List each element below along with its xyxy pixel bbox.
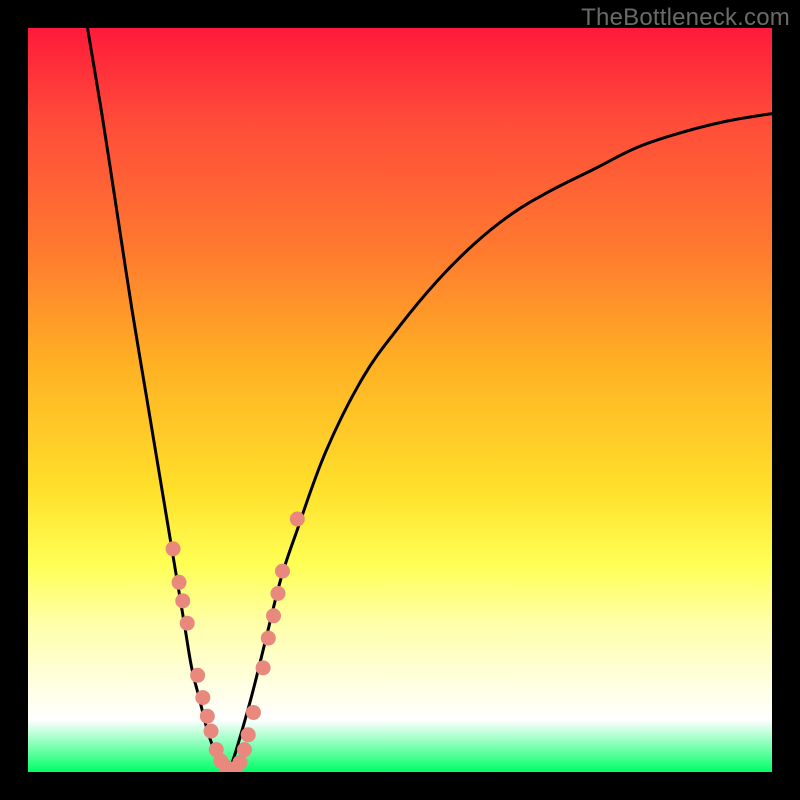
- highlight-dot: [175, 593, 190, 608]
- highlight-dot: [266, 608, 281, 623]
- chart-svg: [28, 28, 772, 772]
- highlight-dot: [256, 660, 271, 675]
- highlight-dot: [246, 705, 261, 720]
- right-curve: [229, 114, 772, 772]
- highlight-dot: [270, 586, 285, 601]
- left-curve: [88, 28, 229, 772]
- highlight-dot: [195, 690, 210, 705]
- highlight-dot: [261, 631, 276, 646]
- highlight-dot: [190, 668, 205, 683]
- highlight-dot: [166, 541, 181, 556]
- highlight-dot: [200, 709, 215, 724]
- highlight-dot: [237, 742, 252, 757]
- highlight-dot: [180, 616, 195, 631]
- highlight-dot: [241, 727, 256, 742]
- highlight-dot: [172, 575, 187, 590]
- highlight-dot: [290, 512, 305, 527]
- highlight-dot: [275, 564, 290, 579]
- chart-plot-area: [28, 28, 772, 772]
- watermark-text: TheBottleneck.com: [581, 4, 790, 32]
- highlight-dot: [204, 724, 219, 739]
